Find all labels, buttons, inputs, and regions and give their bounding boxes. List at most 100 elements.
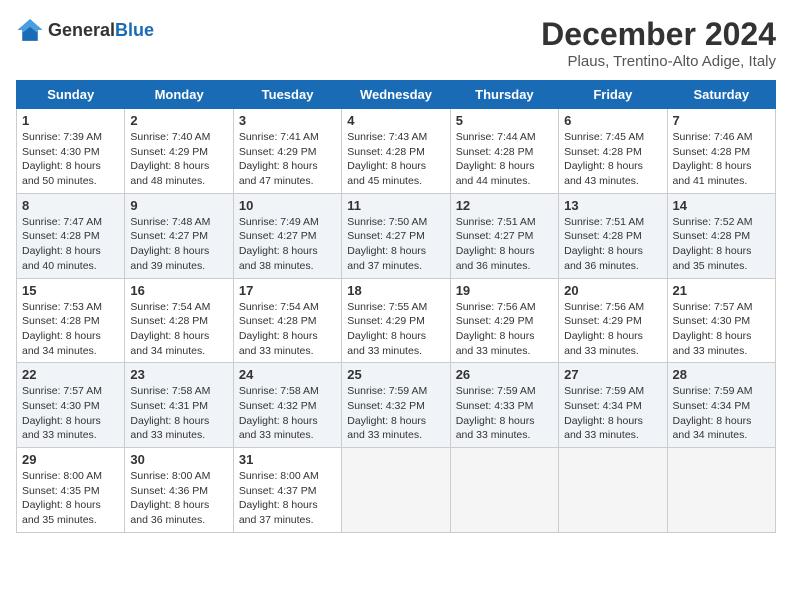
sunset-text: Sunset: 4:28 PM [239,315,317,327]
day-number: 23 [130,367,227,382]
daylight-text: Daylight: 8 hours and 36 minutes. [130,499,209,526]
day-number: 22 [22,367,119,382]
sunset-text: Sunset: 4:30 PM [22,400,100,412]
sunrise-text: Sunrise: 7:52 AM [673,216,753,228]
sunset-text: Sunset: 4:29 PM [347,315,425,327]
day-info: Sunrise: 7:55 AMSunset: 4:29 PMDaylight:… [347,300,444,359]
sunrise-text: Sunrise: 7:40 AM [130,131,210,143]
day-number: 9 [130,198,227,213]
col-header-wednesday: Wednesday [342,81,450,109]
calendar-cell: 27Sunrise: 7:59 AMSunset: 4:34 PMDayligh… [559,363,667,448]
daylight-text: Daylight: 8 hours and 33 minutes. [239,330,318,357]
logo-icon [16,16,44,44]
daylight-text: Daylight: 8 hours and 39 minutes. [130,245,209,272]
day-info: Sunrise: 8:00 AMSunset: 4:37 PMDaylight:… [239,469,336,528]
day-number: 26 [456,367,553,382]
page-header: GeneralBlue December 2024 Plaus, Trentin… [16,16,776,70]
day-number: 28 [673,367,770,382]
sunrise-text: Sunrise: 7:59 AM [456,385,536,397]
calendar-header-row: SundayMondayTuesdayWednesdayThursdayFrid… [17,81,776,109]
daylight-text: Daylight: 8 hours and 40 minutes. [22,245,101,272]
sunrise-text: Sunrise: 8:00 AM [130,470,210,482]
calendar-cell: 26Sunrise: 7:59 AMSunset: 4:33 PMDayligh… [450,363,558,448]
day-number: 21 [673,283,770,298]
calendar-cell [667,448,775,533]
sunset-text: Sunset: 4:28 PM [347,146,425,158]
sunset-text: Sunset: 4:34 PM [564,400,642,412]
sunset-text: Sunset: 4:28 PM [22,315,100,327]
daylight-text: Daylight: 8 hours and 37 minutes. [239,499,318,526]
sunrise-text: Sunrise: 7:49 AM [239,216,319,228]
sunset-text: Sunset: 4:32 PM [347,400,425,412]
day-info: Sunrise: 7:57 AMSunset: 4:30 PMDaylight:… [22,384,119,443]
calendar-cell: 24Sunrise: 7:58 AMSunset: 4:32 PMDayligh… [233,363,341,448]
sunrise-text: Sunrise: 7:39 AM [22,131,102,143]
day-number: 30 [130,452,227,467]
sunset-text: Sunset: 4:27 PM [239,230,317,242]
day-info: Sunrise: 7:59 AM Sunset: 4:34 PM Daylight:… [564,384,661,443]
sunrise-text: Sunrise: 7:56 AM [456,301,536,313]
daylight-text: Daylight: 8 hours and 35 minutes. [673,245,752,272]
day-info: Sunrise: 7:51 AMSunset: 4:27 PMDaylight:… [456,215,553,274]
sunrise-text: Sunrise: 7:59 AM [673,385,753,397]
sunrise-text: Sunrise: 7:43 AM [347,131,427,143]
day-info: Sunrise: 7:52 AM Sunset: 4:28 PM Daylight:… [673,215,770,274]
day-number: 11 [347,198,444,213]
daylight-text: Daylight: 8 hours and 33 minutes. [347,415,426,442]
logo-blue: Blue [115,20,154,40]
sunset-text: Sunset: 4:27 PM [456,230,534,242]
calendar-week-2: 8Sunrise: 7:47 AMSunset: 4:28 PMDaylight… [17,193,776,278]
sunrise-text: Sunrise: 7:57 AM [673,301,753,313]
sunrise-text: Sunrise: 7:41 AM [239,131,319,143]
calendar-cell: 29Sunrise: 8:00 AMSunset: 4:35 PMDayligh… [17,448,125,533]
calendar-cell: 15Sunrise: 7:53 AMSunset: 4:28 PMDayligh… [17,278,125,363]
calendar-cell: 2Sunrise: 7:40 AMSunset: 4:29 PMDaylight… [125,109,233,194]
calendar-cell [559,448,667,533]
calendar-week-3: 15 Sunrise: 7:53 AM Sunset: 4:28 PM Dayligh… [17,278,776,363]
col-header-thursday: Thursday [450,81,558,109]
daylight-text: Daylight: 8 hours and 33 minutes. [239,415,318,442]
day-info: Sunrise: 7:50 AMSunset: 4:27 PMDaylight:… [347,215,444,274]
calendar-cell: 22 Sunrise: 7:57 AMSunset: 4:30 PMDayligh… [17,363,125,448]
calendar-cell: 20Sunrise: 7:56 AMSunset: 4:29 PMDayligh… [559,278,667,363]
day-info: Sunrise: 7:57 AMSunset: 4:30 PMDaylight:… [673,300,770,359]
day-number: 5 [456,113,553,128]
calendar-cell: 21 Sunrise: 7:57 AMSunset: 4:30 PMDayligh… [667,278,775,363]
sunrise-text: Sunrise: 7:59 AM [347,385,427,397]
calendar-cell: 16Sunrise: 7:54 AMSunset: 4:28 PMDayligh… [125,278,233,363]
calendar-cell: 10Sunrise: 7:49 AMSunset: 4:27 PMDayligh… [233,193,341,278]
day-number: 8 [22,198,119,213]
sunrise-text: Sunrise: 7:53 AM [22,301,102,313]
calendar-cell: 28Sunrise: 7:59 AMSunset: 4:34 PMDayligh… [667,363,775,448]
daylight-text: Daylight: 8 hours and 47 minutes. [239,160,318,187]
day-number: 10 [239,198,336,213]
daylight-text: Daylight: 8 hours and 48 minutes. [130,160,209,187]
day-info: Sunrise: 7:56 AMSunset: 4:29 PMDaylight:… [564,300,661,359]
calendar-week-1: 1Sunrise: 7:39 AMSunset: 4:30 PMDaylight… [17,109,776,194]
sunset-text: Sunset: 4:28 PM [130,315,208,327]
calendar-cell: 4Sunrise: 7:43 AMSunset: 4:28 PMDaylight… [342,109,450,194]
day-number: 2 [130,113,227,128]
daylight-text: Daylight: 8 hours and 33 minutes. [564,415,643,442]
title-block: December 2024 Plaus, Trentino-Alto Adige… [541,16,776,70]
sunset-text: Sunset: 4:28 PM [673,230,751,242]
sunrise-text: Sunrise: 7:55 AM [347,301,427,313]
calendar-week-5: 29Sunrise: 8:00 AMSunset: 4:35 PMDayligh… [17,448,776,533]
day-number: 15 [22,283,119,298]
daylight-text: Daylight: 8 hours and 43 minutes. [564,160,643,187]
sunset-text: Sunset: 4:27 PM [347,230,425,242]
day-number: 29 [22,452,119,467]
calendar-cell: 31Sunrise: 8:00 AMSunset: 4:37 PMDayligh… [233,448,341,533]
sunset-text: Sunset: 4:31 PM [130,400,208,412]
sunset-text: Sunset: 4:29 PM [239,146,317,158]
sunrise-text: Sunrise: 7:58 AM [239,385,319,397]
day-number: 24 [239,367,336,382]
day-number: 19 [456,283,553,298]
calendar-cell: 5Sunrise: 7:44 AMSunset: 4:28 PMDaylight… [450,109,558,194]
daylight-text: Daylight: 8 hours and 33 minutes. [456,415,535,442]
sunrise-text: Sunrise: 7:45 AM [564,131,644,143]
day-number: 3 [239,113,336,128]
sunset-text: Sunset: 4:28 PM [564,146,642,158]
sunrise-text: Sunrise: 7:59 AM [564,385,644,397]
day-info: Sunrise: 7:46 AMSunset: 4:28 PMDaylight:… [673,130,770,189]
